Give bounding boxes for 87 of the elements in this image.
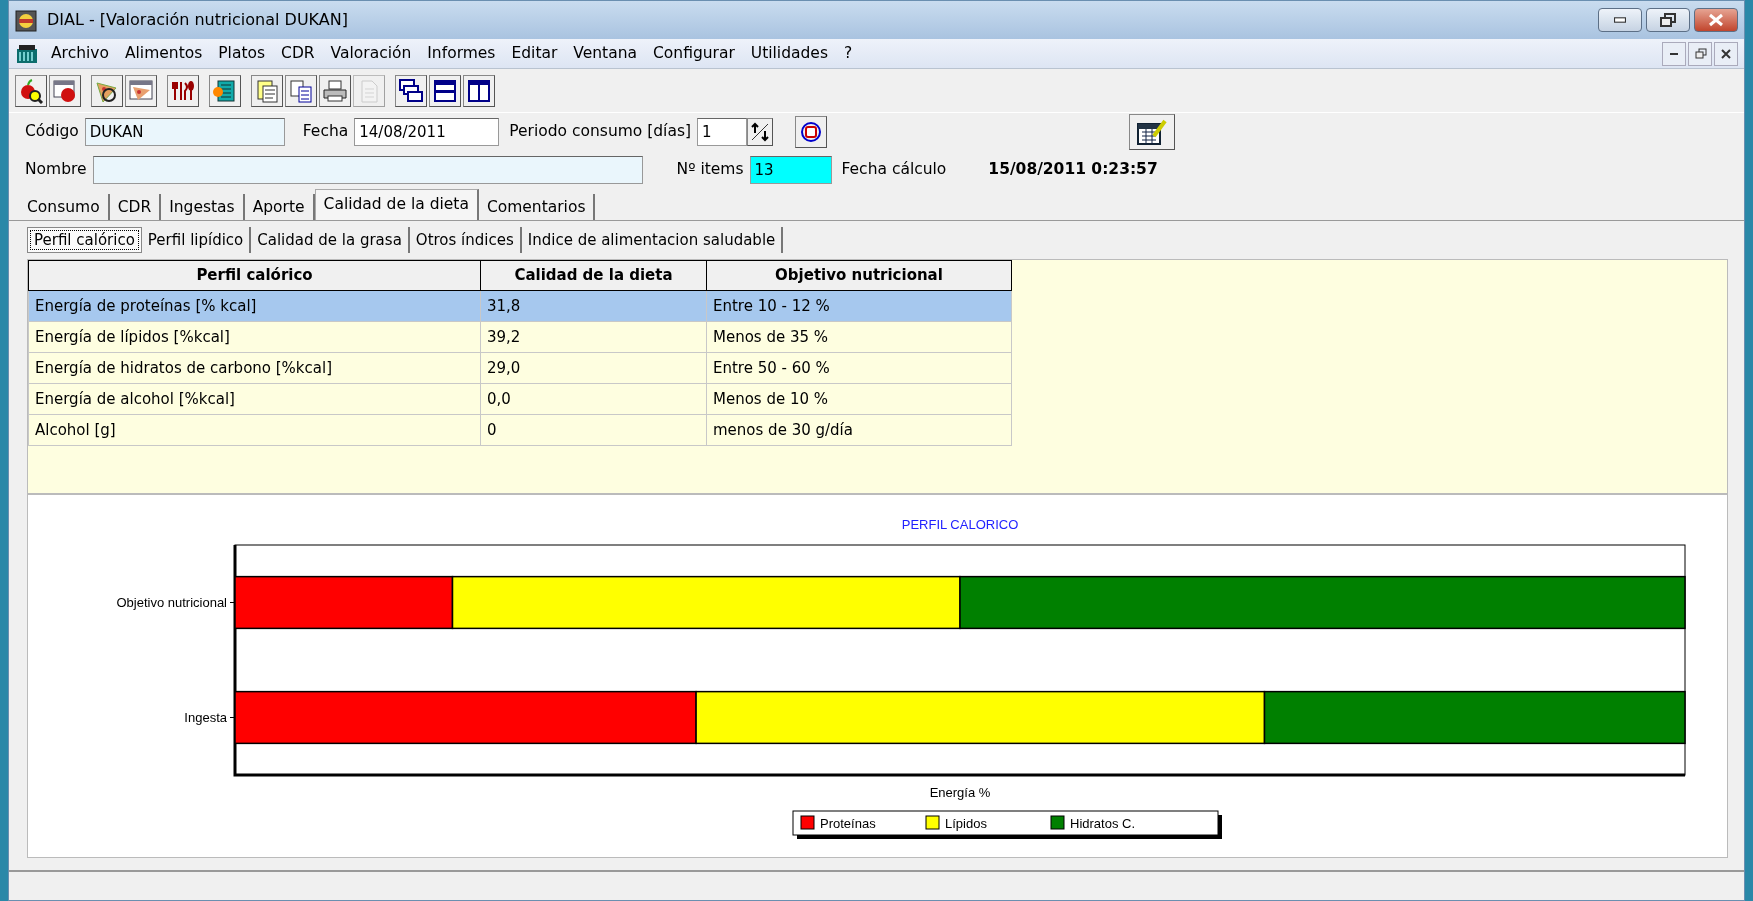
toolbar-button[interactable] bbox=[463, 74, 495, 107]
toolbar-button[interactable] bbox=[209, 74, 241, 107]
menu-item[interactable]: Informes bbox=[419, 39, 504, 68]
days-field[interactable]: 1 bbox=[697, 118, 748, 146]
menu-item[interactable]: Valoración bbox=[322, 39, 420, 68]
tab[interactable]: Calidad de la dieta bbox=[314, 189, 479, 220]
date-field[interactable]: 14/08/2011 bbox=[354, 118, 500, 146]
horizontal-tiles-icon bbox=[432, 77, 458, 104]
table-cell: 31,8 bbox=[480, 290, 707, 322]
column-header: Perfil calórico bbox=[28, 260, 481, 291]
apple-magnifier-icon bbox=[18, 77, 44, 104]
menu-item[interactable]: Utilidades bbox=[742, 39, 836, 68]
restore-icon bbox=[1692, 45, 1708, 62]
spin-arrows-icon bbox=[749, 121, 772, 143]
field-label: Nº items bbox=[676, 159, 744, 181]
toolbar-button[interactable] bbox=[319, 74, 351, 107]
code-field[interactable]: DUKAN bbox=[84, 118, 285, 146]
menu-item[interactable]: Archivo bbox=[43, 39, 117, 68]
menu-item[interactable]: Configurar bbox=[645, 39, 743, 68]
notebook-icon bbox=[212, 77, 238, 104]
name-field[interactable] bbox=[92, 156, 643, 184]
legend-label: Lípidos bbox=[945, 816, 987, 831]
copy-icon bbox=[288, 77, 314, 104]
field-label: Código bbox=[25, 121, 79, 143]
table-cell: Energía de lípidos [%kcal] bbox=[28, 321, 481, 353]
menu-item[interactable]: Alimentos bbox=[116, 39, 211, 68]
minimize-icon bbox=[1614, 17, 1626, 23]
table-pencil-icon bbox=[1136, 118, 1169, 146]
app-icon bbox=[15, 9, 37, 32]
restore-button[interactable] bbox=[1646, 8, 1690, 32]
table-cell: Energía de proteínas [% kcal] bbox=[28, 290, 481, 322]
edit-button[interactable] bbox=[1129, 114, 1176, 150]
table-cell: Alcohol [g] bbox=[28, 414, 481, 446]
toolbar-button[interactable] bbox=[167, 74, 199, 107]
field-label: Fecha bbox=[302, 121, 349, 143]
document-close-button[interactable] bbox=[1714, 41, 1738, 66]
table-cell: 0 bbox=[480, 414, 707, 446]
table-cell: 39,2 bbox=[480, 321, 707, 353]
field-label: Periodo consumo [días] bbox=[509, 121, 692, 143]
app-icon bbox=[15, 42, 39, 65]
axis-label: Energía % bbox=[929, 785, 991, 800]
toolbar-button[interactable] bbox=[15, 74, 47, 107]
toolbar-button[interactable] bbox=[285, 74, 317, 107]
menu-item[interactable]: CDR bbox=[273, 39, 323, 68]
chart-title: PERFIL CALORICO bbox=[901, 517, 1019, 532]
menu-item[interactable]: Ventana bbox=[565, 39, 645, 68]
table-cell: Entre 10 - 12 % bbox=[706, 290, 1012, 322]
items-field[interactable]: 13 bbox=[749, 156, 832, 184]
close-button[interactable] bbox=[1694, 8, 1738, 32]
table-cell: Energía de hidratos de carbono [%kcal] bbox=[28, 352, 481, 384]
field-label: Fecha cálculo bbox=[841, 159, 947, 181]
spin-button[interactable] bbox=[747, 118, 774, 146]
table-cell: menos de 30 g/día bbox=[706, 414, 1012, 446]
toolbar-button[interactable] bbox=[125, 74, 157, 107]
toolbar-button[interactable] bbox=[251, 74, 283, 107]
category-label: Ingesta bbox=[184, 709, 227, 725]
minimize-button[interactable] bbox=[1598, 8, 1642, 32]
menu-item[interactable]: Platos bbox=[210, 39, 274, 68]
vertical-tiles-icon bbox=[466, 77, 492, 104]
category-label: Objetivo nutricional bbox=[116, 594, 227, 610]
calculation-date: 15/08/2011 0:23:57 bbox=[988, 159, 1158, 181]
recalculate-button[interactable] bbox=[795, 116, 828, 148]
minimize-icon bbox=[1670, 52, 1678, 55]
toolbar-button[interactable] bbox=[49, 74, 81, 107]
table-cell: Menos de 10 % bbox=[706, 383, 1012, 415]
table-cell: Entre 50 - 60 % bbox=[706, 352, 1012, 384]
column-header: Objetivo nutricional bbox=[706, 260, 1012, 291]
table-cell: 29,0 bbox=[480, 352, 707, 384]
menu-item[interactable]: Editar bbox=[503, 39, 566, 68]
field-label: Nombre bbox=[25, 159, 87, 181]
legend-label: Hidratos C. bbox=[1070, 816, 1136, 831]
cascade-windows-icon bbox=[398, 77, 424, 104]
tab[interactable]: Perfil calórico bbox=[27, 227, 142, 253]
printer-icon bbox=[322, 77, 348, 104]
toolbar-button[interactable] bbox=[395, 74, 427, 107]
column-header: Calidad de la dieta bbox=[480, 260, 707, 291]
toolbar-button[interactable] bbox=[91, 74, 123, 107]
report-icon bbox=[254, 77, 280, 104]
apple-window-icon bbox=[52, 77, 78, 104]
legend-label: Proteínas bbox=[820, 816, 876, 831]
table-cell: Energía de alcohol [%kcal] bbox=[28, 383, 481, 415]
table-cell: Menos de 35 % bbox=[706, 321, 1012, 353]
menu-item[interactable]: ? bbox=[835, 39, 861, 68]
window-title: DIAL - [Valoración nutricional DUKAN] bbox=[47, 9, 348, 31]
toolbar-button[interactable] bbox=[429, 74, 461, 107]
table-cell: 0,0 bbox=[480, 383, 707, 415]
document-minimize-button[interactable] bbox=[1662, 41, 1686, 66]
